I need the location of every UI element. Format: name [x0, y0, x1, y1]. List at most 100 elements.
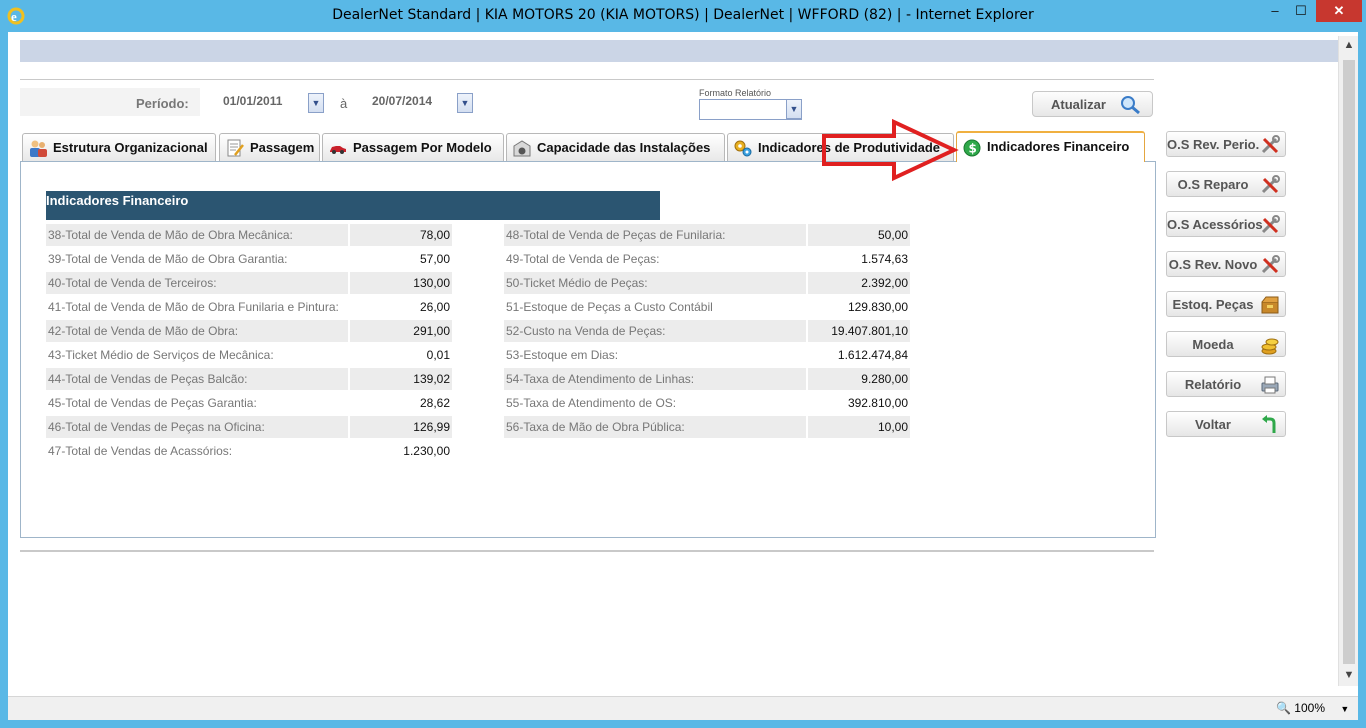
side-button-label: Moeda	[1192, 337, 1234, 352]
indicator-value: 129.830,00	[847, 300, 908, 314]
date-from-dropdown-button[interactable]: ▼	[308, 93, 324, 113]
indicator-value: 130,00	[350, 272, 452, 294]
printer-icon	[1259, 374, 1281, 396]
indicator-value: 78,00	[350, 224, 452, 246]
indicator-value: 28,62	[419, 396, 450, 410]
svg-text:$: $	[969, 142, 977, 156]
date-range-separator: à	[340, 96, 348, 111]
side-button-label: Relatório	[1184, 377, 1242, 392]
gears-icon	[734, 140, 752, 157]
box-icon	[1259, 294, 1281, 316]
indicator-label: 47-Total de Vendas de Acassórios:	[48, 444, 233, 458]
side-button-o-s-acess-rios[interactable]: O.S Acessórios	[1166, 211, 1286, 237]
side-button-relat-rio[interactable]: Relatório	[1166, 371, 1286, 397]
minimize-button[interactable]: –	[1262, 0, 1288, 22]
indicator-label: 53-Estoque em Dias:	[506, 348, 619, 362]
window-title: DealerNet Standard | KIA MOTORS 20 (KIA …	[332, 7, 1034, 23]
side-button-voltar[interactable]: Voltar	[1166, 411, 1286, 437]
car-icon	[330, 146, 346, 154]
tools-icon	[1259, 214, 1281, 236]
zoom-control[interactable]: 🔍 100% ▼	[1276, 701, 1349, 715]
zoom-level: 100%	[1294, 701, 1325, 715]
indicator-value: 50,00	[808, 224, 910, 246]
indicator-label: 46-Total de Vendas de Peças na Oficina:	[46, 416, 348, 438]
indicator-label: 56-Taxa de Mão de Obra Pública:	[504, 416, 806, 438]
chevron-down-icon[interactable]: ▼	[786, 99, 802, 119]
side-button-moeda[interactable]: Moeda	[1166, 331, 1286, 357]
divider	[20, 550, 1154, 552]
window-titlebar: e DealerNet Standard | KIA MOTORS 20 (KI…	[0, 0, 1366, 32]
side-button-o-s-rev-perio[interactable]: O.S Rev. Perio.	[1166, 131, 1286, 157]
tab-indicadores-de-produtividade[interactable]: Indicadores de Produtividade	[727, 133, 954, 161]
tab-passagem-por-modelo[interactable]: Passagem Por Modelo	[322, 133, 504, 161]
indicator-value: 291,00	[350, 320, 452, 342]
divider	[20, 79, 1154, 80]
side-button-estoq-pe-as[interactable]: Estoq. Peças	[1166, 291, 1286, 317]
indicator-value: 57,00	[419, 252, 450, 266]
indicator-value: 1.612.474,84	[837, 348, 908, 362]
indicator-label: 49-Total de Venda de Peças:	[506, 252, 660, 266]
scroll-down-icon[interactable]: ▼	[1339, 666, 1359, 684]
indicator-value: 126,99	[350, 416, 452, 438]
date-to-field[interactable]: 20/07/2014	[372, 94, 432, 108]
indicator-label: 54-Taxa de Atendimento de Linhas:	[504, 368, 806, 390]
tab-label: Indicadores Financeiro	[987, 139, 1130, 154]
indicator-label: 40-Total de Venda de Terceiros:	[46, 272, 348, 294]
vertical-scrollbar[interactable]: ▲ ▼	[1338, 36, 1358, 686]
indicator-label: 44-Total de Vendas de Peças Balcão:	[46, 368, 348, 390]
atualizar-button[interactable]: Atualizar	[1032, 91, 1153, 117]
side-button-label: Estoq. Peças	[1172, 297, 1254, 312]
notepad-icon	[227, 139, 244, 157]
tab-indicadores-financeiro[interactable]: $ Indicadores Financeiro	[956, 131, 1145, 162]
tools-icon	[1259, 134, 1281, 156]
indicator-value: 19.407.801,10	[808, 320, 910, 342]
tab-estrutura-organizacional[interactable]: Estrutura Organizacional	[22, 133, 216, 161]
indicator-label: 42-Total de Venda de Mão de Obra:	[46, 320, 348, 342]
side-button-label: O.S Acessórios	[1167, 217, 1263, 232]
tools-icon	[1259, 254, 1281, 276]
magnifier-icon	[1121, 96, 1140, 115]
indicator-label: 52-Custo na Venda de Peças:	[504, 320, 806, 342]
indicator-value: 2.392,00	[808, 272, 910, 294]
indicator-label: 50-Ticket Médio de Peças:	[504, 272, 806, 294]
indicator-value: 26,00	[419, 300, 450, 314]
close-button[interactable]: ✕	[1316, 0, 1362, 22]
status-bar: 🔍 100% ▼	[8, 696, 1358, 720]
indicator-label: 51-Estoque de Peças a Custo Contábil	[506, 300, 713, 314]
scrollbar-thumb[interactable]	[1343, 60, 1355, 664]
section-title: Indicadores Financeiro	[46, 191, 660, 220]
tab-capacidade-das-instalacoes[interactable]: Capacidade das Instalações	[506, 133, 725, 161]
indicator-value: 139,02	[350, 368, 452, 390]
indicator-value: 10,00	[808, 416, 910, 438]
indicator-label: 38-Total de Venda de Mão de Obra Mecânic…	[46, 224, 348, 246]
indicator-value: 1.230,00	[403, 444, 450, 458]
scroll-up-icon[interactable]: ▲	[1339, 36, 1359, 54]
indicator-label: 48-Total de Venda de Peças de Funilaria:	[504, 224, 806, 246]
dollar-icon: $	[963, 139, 981, 157]
coins-icon	[1259, 334, 1281, 356]
zoom-icon: 🔍	[1276, 701, 1291, 715]
indicator-value: 392.810,00	[847, 396, 908, 410]
tab-label: Indicadores de Produtividade	[758, 140, 941, 155]
side-button-o-s-reparo[interactable]: O.S Reparo	[1166, 171, 1286, 197]
maximize-button[interactable]: ☐	[1288, 0, 1314, 22]
tab-label: Estrutura Organizacional	[53, 140, 208, 155]
atualizar-label: Atualizar	[1051, 97, 1106, 112]
indicator-value: 0,01	[426, 348, 450, 362]
side-button-o-s-rev-novo[interactable]: O.S Rev. Novo	[1166, 251, 1286, 277]
indicator-label: 45-Total de Vendas de Peças Garantia:	[48, 396, 257, 410]
indicator-label: 43-Ticket Médio de Serviços de Mecânica:	[48, 348, 274, 362]
garage-icon	[513, 140, 531, 157]
tab-passagem[interactable]: Passagem	[219, 133, 320, 161]
date-from-field[interactable]: 01/01/2011	[223, 94, 282, 108]
tab-label: Passagem Por Modelo	[353, 140, 492, 155]
side-button-label: O.S Reparo	[1177, 177, 1249, 192]
indicator-label: 39-Total de Venda de Mão de Obra Garanti…	[48, 252, 288, 266]
page-header-band	[20, 40, 1338, 62]
chevron-down-icon: ▼	[1340, 704, 1350, 714]
side-button-label: O.S Rev. Novo	[1168, 257, 1258, 272]
periodo-label: Período:	[136, 96, 189, 111]
people-icon	[30, 140, 47, 157]
formato-relatorio-select[interactable]: ▼	[699, 99, 802, 120]
date-to-dropdown-button[interactable]: ▼	[457, 93, 473, 113]
